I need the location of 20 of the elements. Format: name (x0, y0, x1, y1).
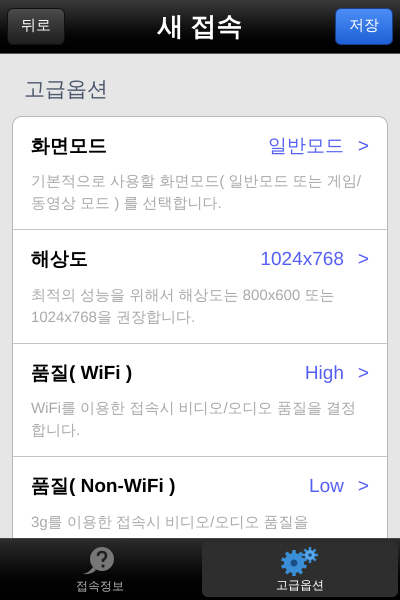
setting-value-button[interactable]: 1024x768 > (260, 246, 369, 274)
setting-label: 품질( WiFi ) (31, 362, 132, 386)
setting-description: 기본적으로 사용할 화면모드( 일반모드 또는 게임/동영상 모드 ) 를 선택합니다. (31, 172, 362, 214)
save-button[interactable]: 저장 (335, 8, 393, 45)
setting-label: 화면모드 (31, 134, 107, 158)
setting-value-button[interactable]: Low > (309, 473, 369, 502)
section-header: 고급옵션 (24, 77, 109, 103)
setting-description: 3g를 이용한 접속시 비디오/오디오 품질을 (31, 512, 310, 532)
setting-description: 최적의 성능을 위해서 해상도는 800x600 또는 1024x768을 권장합니다. (31, 286, 336, 328)
setting-label: 해상도 (31, 248, 88, 272)
setting-description: WiFi를 이용한 접속시 비디오/오디오 품질을 결정합니다. (31, 399, 357, 441)
help-bubble-icon (83, 544, 117, 576)
window-title: 새 접속 (157, 10, 243, 43)
setting-value-button[interactable]: 일반모드 > (268, 132, 369, 161)
gears-icon (281, 546, 319, 576)
tab[interactable]: 접속정보 (2, 542, 198, 597)
tab[interactable]: 고급옵션 (202, 542, 398, 597)
back-button[interactable]: 뒤로 (7, 8, 65, 45)
setting-label: 품질( Non-WiFi ) (31, 475, 176, 499)
setting-value-button[interactable]: High > (304, 360, 369, 388)
